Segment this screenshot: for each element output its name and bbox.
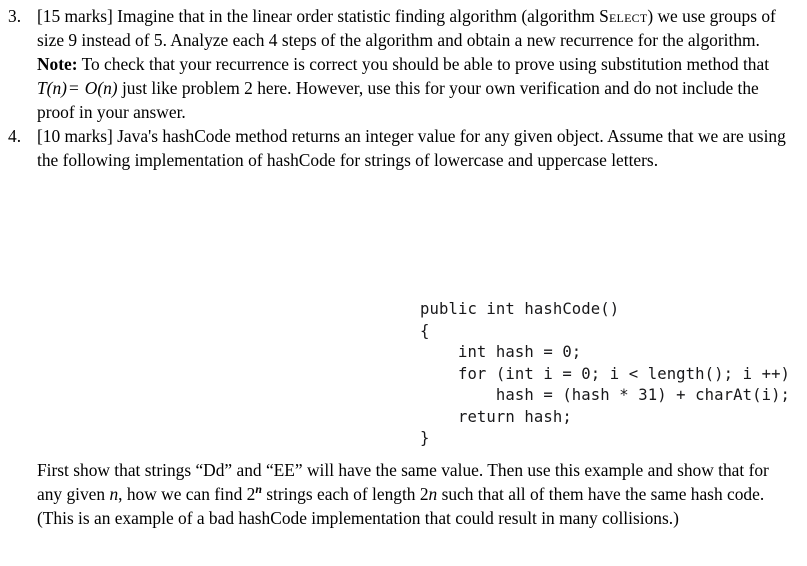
problem-number-4: 4. [8, 126, 22, 146]
document-page: 3. [15 marks] Imagine that in the linear… [0, 0, 807, 566]
problem-body-4: [10 marks] Java's hashCode method return… [37, 124, 790, 172]
equation-rhs: O(n) [84, 78, 118, 98]
problem-3-paragraph-1: [15 marks] Imagine that in the linear or… [37, 6, 776, 50]
problem-list-container: 3. [15 marks] Imagine that in the linear… [0, 4, 807, 172]
closing-paragraph: First show that strings “Dd” and “EE” wi… [37, 458, 790, 530]
algorithm-name-select: Select [599, 6, 648, 26]
note-text-before-math: To check that your recurrence is correct… [77, 54, 770, 74]
problem-3-note: Note: To check that your recurrence is c… [37, 52, 790, 124]
closing-part-2: , how we can find 2 [118, 484, 256, 504]
problem-number-3: 3. [8, 6, 22, 26]
equation-lhs: T(n) [37, 78, 67, 98]
closing-var-n-1: n [109, 484, 119, 504]
closing-var-n-2: n [428, 484, 438, 504]
problem-body-3: [15 marks] Imagine that in the linear or… [37, 4, 790, 124]
closing-exponent-n: n [255, 482, 262, 497]
note-text-after-math: just like problem 2 here. However, use t… [37, 78, 759, 122]
problem-item-4: 4. [10 marks] Java's hashCode method ret… [0, 124, 807, 172]
problem-list: 3. [15 marks] Imagine that in the linear… [0, 4, 807, 172]
recurrence-equation: T(n) = O(n) [37, 78, 118, 98]
note-label: Note: [37, 54, 78, 74]
problem-4-paragraph-1: [10 marks] Java's hashCode method return… [37, 126, 786, 170]
equation-operator: = [68, 78, 79, 98]
problem-item-3: 3. [15 marks] Imagine that in the linear… [0, 4, 807, 124]
hashcode-code-listing: public int hashCode() { int hash = 0; fo… [420, 300, 791, 447]
closing-part-3: strings each of length 2 [261, 484, 429, 504]
